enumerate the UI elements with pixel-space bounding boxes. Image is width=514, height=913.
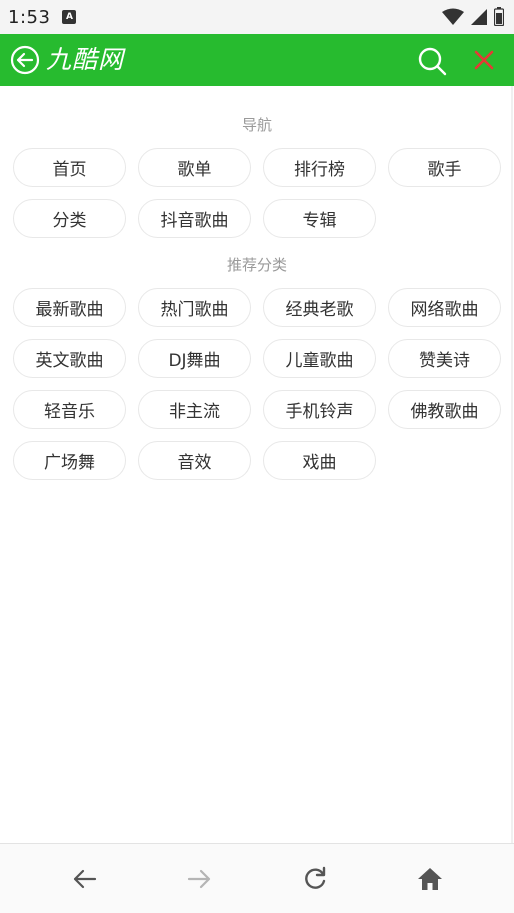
refresh-icon: [305, 866, 326, 889]
category-chip[interactable]: 音效: [138, 441, 251, 480]
signal-icon: [471, 8, 487, 25]
app-title: 九酷网: [46, 45, 125, 74]
status-bar: 1:53 A: [0, 0, 514, 34]
category-chip[interactable]: 最新歌曲: [13, 288, 126, 327]
recommend-row-1: 最新歌曲 热门歌曲 经典老歌 网络歌曲: [13, 288, 501, 327]
category-chip[interactable]: 经典老歌: [263, 288, 376, 327]
nav-refresh-button[interactable]: [300, 864, 330, 894]
category-chip[interactable]: 广场舞: [13, 441, 126, 480]
status-icons: [442, 7, 504, 26]
notification-icon: A: [62, 10, 77, 24]
home-icon: [418, 868, 442, 890]
category-chip[interactable]: 网络歌曲: [388, 288, 501, 327]
wifi-icon: [442, 8, 464, 25]
category-chip[interactable]: 非主流: [138, 390, 251, 429]
category-chip[interactable]: 手机铃声: [263, 390, 376, 429]
nav-chip-douyin[interactable]: 抖音歌曲: [138, 199, 251, 238]
recommend-row-2: 英文歌曲 DJ舞曲 儿童歌曲 赞美诗: [13, 339, 501, 378]
nav-chip-category[interactable]: 分类: [13, 199, 126, 238]
nav-home-button[interactable]: [415, 864, 445, 894]
back-arrow-icon: [73, 869, 97, 889]
category-chip[interactable]: 热门歌曲: [138, 288, 251, 327]
category-chip[interactable]: DJ舞曲: [138, 339, 251, 378]
close-icon[interactable]: [472, 48, 496, 72]
nav-row-1: 首页 歌单 排行榜 歌手: [13, 148, 501, 187]
nav-chip-singers[interactable]: 歌手: [388, 148, 501, 187]
nav-section-title: 导航: [241, 116, 272, 134]
bottom-nav: [0, 843, 514, 913]
nav-chip-album[interactable]: 专辑: [263, 199, 376, 238]
search-icon[interactable]: [416, 45, 448, 77]
scrollbar-track: [511, 86, 513, 846]
nav-back-button[interactable]: [70, 864, 100, 894]
recommend-section-title: 推荐分类: [226, 256, 287, 274]
category-chip[interactable]: 儿童歌曲: [263, 339, 376, 378]
nav-row-2: 分类 抖音歌曲 专辑: [13, 199, 376, 238]
nav-chip-home[interactable]: 首页: [13, 148, 126, 187]
battery-icon: [494, 7, 504, 26]
recommend-row-4: 广场舞 音效 戏曲: [13, 441, 376, 480]
nav-forward-button[interactable]: [184, 864, 214, 894]
nav-chip-ranking[interactable]: 排行榜: [263, 148, 376, 187]
app-header: 九酷网: [0, 34, 514, 86]
category-chip[interactable]: 赞美诗: [388, 339, 501, 378]
category-chip[interactable]: 佛教歌曲: [388, 390, 501, 429]
category-chip[interactable]: 英文歌曲: [13, 339, 126, 378]
category-chip[interactable]: 戏曲: [263, 441, 376, 480]
recommend-row-3: 轻音乐 非主流 手机铃声 佛教歌曲: [13, 390, 501, 429]
category-chip[interactable]: 轻音乐: [13, 390, 126, 429]
nav-chip-playlist[interactable]: 歌单: [138, 148, 251, 187]
screen: 1:53 A 九酷网 导航 首页 歌单 排行榜 歌手 分类 抖音歌曲 专辑 推荐…: [0, 0, 514, 913]
forward-arrow-icon: [187, 869, 211, 889]
back-circle-icon[interactable]: [10, 45, 40, 75]
status-time: 1:53: [8, 6, 51, 28]
